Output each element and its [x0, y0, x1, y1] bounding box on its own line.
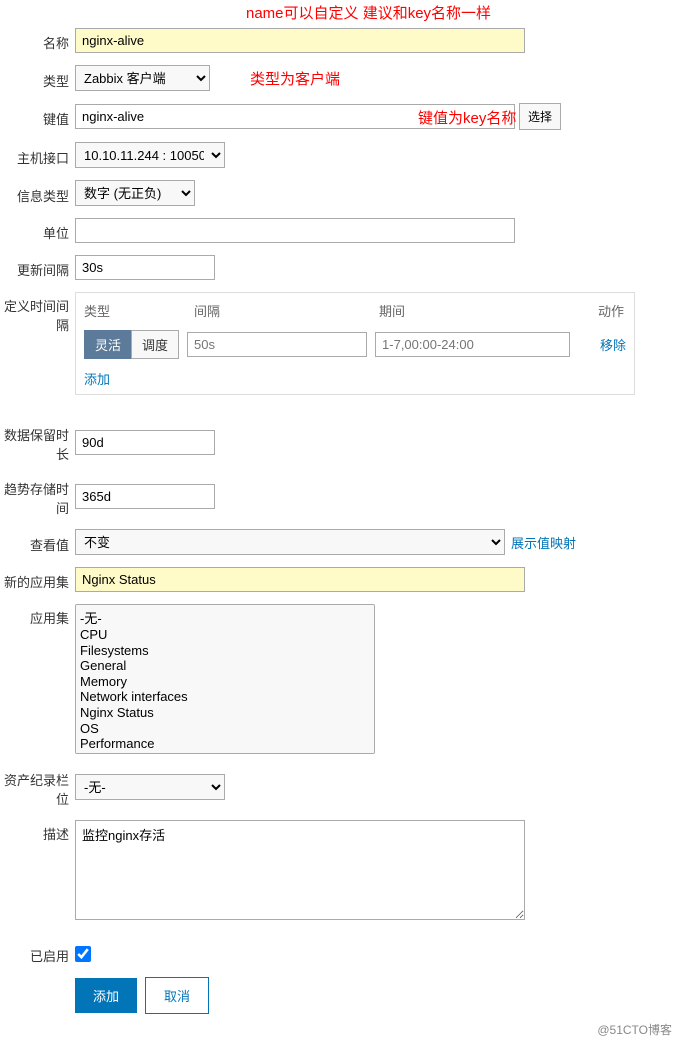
label-enabled: 已启用	[0, 942, 75, 965]
interval-period-input[interactable]	[375, 332, 570, 357]
list-item[interactable]: Memory	[80, 674, 370, 690]
cancel-button[interactable]: 取消	[145, 977, 209, 1014]
info-type-select[interactable]: 数字 (无正负)	[75, 180, 195, 206]
label-new-app: 新的应用集	[0, 568, 75, 591]
label-history: 数据保留时长	[0, 421, 75, 463]
preview-select[interactable]: 不变	[75, 529, 505, 555]
add-button[interactable]: 添加	[75, 978, 137, 1013]
list-item[interactable]: CPU	[80, 627, 370, 643]
populate-select[interactable]: -无-	[75, 774, 225, 800]
label-update-interval: 更新间隔	[0, 256, 75, 279]
name-input[interactable]	[75, 28, 525, 53]
trends-input[interactable]	[75, 484, 215, 509]
update-interval-input[interactable]	[75, 255, 215, 280]
list-item[interactable]: -无-	[80, 608, 370, 627]
intervals-hdr-interval: 间隔	[194, 301, 379, 320]
new-app-input[interactable]	[75, 567, 525, 592]
custom-intervals-box: 类型 间隔 期间 动作 灵活 调度 移除 添加	[75, 292, 635, 395]
annotation-type: 类型为客户端	[250, 68, 340, 89]
annotation-key: 键值为key名称	[418, 107, 516, 128]
list-item[interactable]: OS	[80, 721, 370, 737]
interval-value-input[interactable]	[187, 332, 367, 357]
enabled-checkbox[interactable]	[75, 946, 91, 962]
label-key: 键值	[0, 105, 75, 128]
interval-remove-link[interactable]: 移除	[600, 335, 626, 354]
label-trends: 趋势存储时间	[0, 475, 75, 517]
annotation-top: name可以自定义 建议和key名称一样	[246, 2, 491, 23]
interval-tab-sched[interactable]: 调度	[131, 330, 179, 359]
list-item[interactable]: Performance	[80, 736, 370, 752]
label-info-type: 信息类型	[0, 182, 75, 205]
unit-input[interactable]	[75, 218, 515, 243]
list-item[interactable]: Nginx Status	[80, 705, 370, 721]
host-interface-select[interactable]: 10.10.11.244 : 10050	[75, 142, 225, 168]
label-preview: 查看值	[0, 531, 75, 554]
label-name: 名称	[0, 29, 75, 52]
label-description: 描述	[0, 820, 75, 843]
list-item[interactable]: Processes	[80, 752, 370, 754]
interval-tab-flex[interactable]: 灵活	[84, 330, 131, 359]
label-custom-intervals: 定义时间间隔	[0, 292, 75, 334]
interval-add-link[interactable]: 添加	[76, 363, 118, 394]
apps-multiselect[interactable]: -无-CPUFilesystemsGeneralMemoryNetwork in…	[75, 604, 375, 754]
list-item[interactable]: General	[80, 658, 370, 674]
description-textarea[interactable]	[75, 820, 525, 920]
label-unit: 单位	[0, 219, 75, 242]
watermark: @51CTO博客	[597, 1021, 672, 1038]
intervals-hdr-period: 期间	[379, 301, 584, 320]
intervals-hdr-type: 类型	[84, 301, 194, 320]
list-item[interactable]: Network interfaces	[80, 689, 370, 705]
list-item[interactable]: Filesystems	[80, 643, 370, 659]
label-populate: 资产纪录栏位	[0, 766, 75, 808]
key-select-button[interactable]: 选择	[519, 103, 561, 130]
label-apps: 应用集	[0, 604, 75, 627]
type-select[interactable]: Zabbix 客户端	[75, 65, 210, 91]
label-host-interface: 主机接口	[0, 144, 75, 167]
intervals-hdr-action: 动作	[584, 301, 624, 320]
value-mapping-link[interactable]: 展示值映射	[511, 533, 576, 552]
label-type: 类型	[0, 67, 75, 90]
history-input[interactable]	[75, 430, 215, 455]
